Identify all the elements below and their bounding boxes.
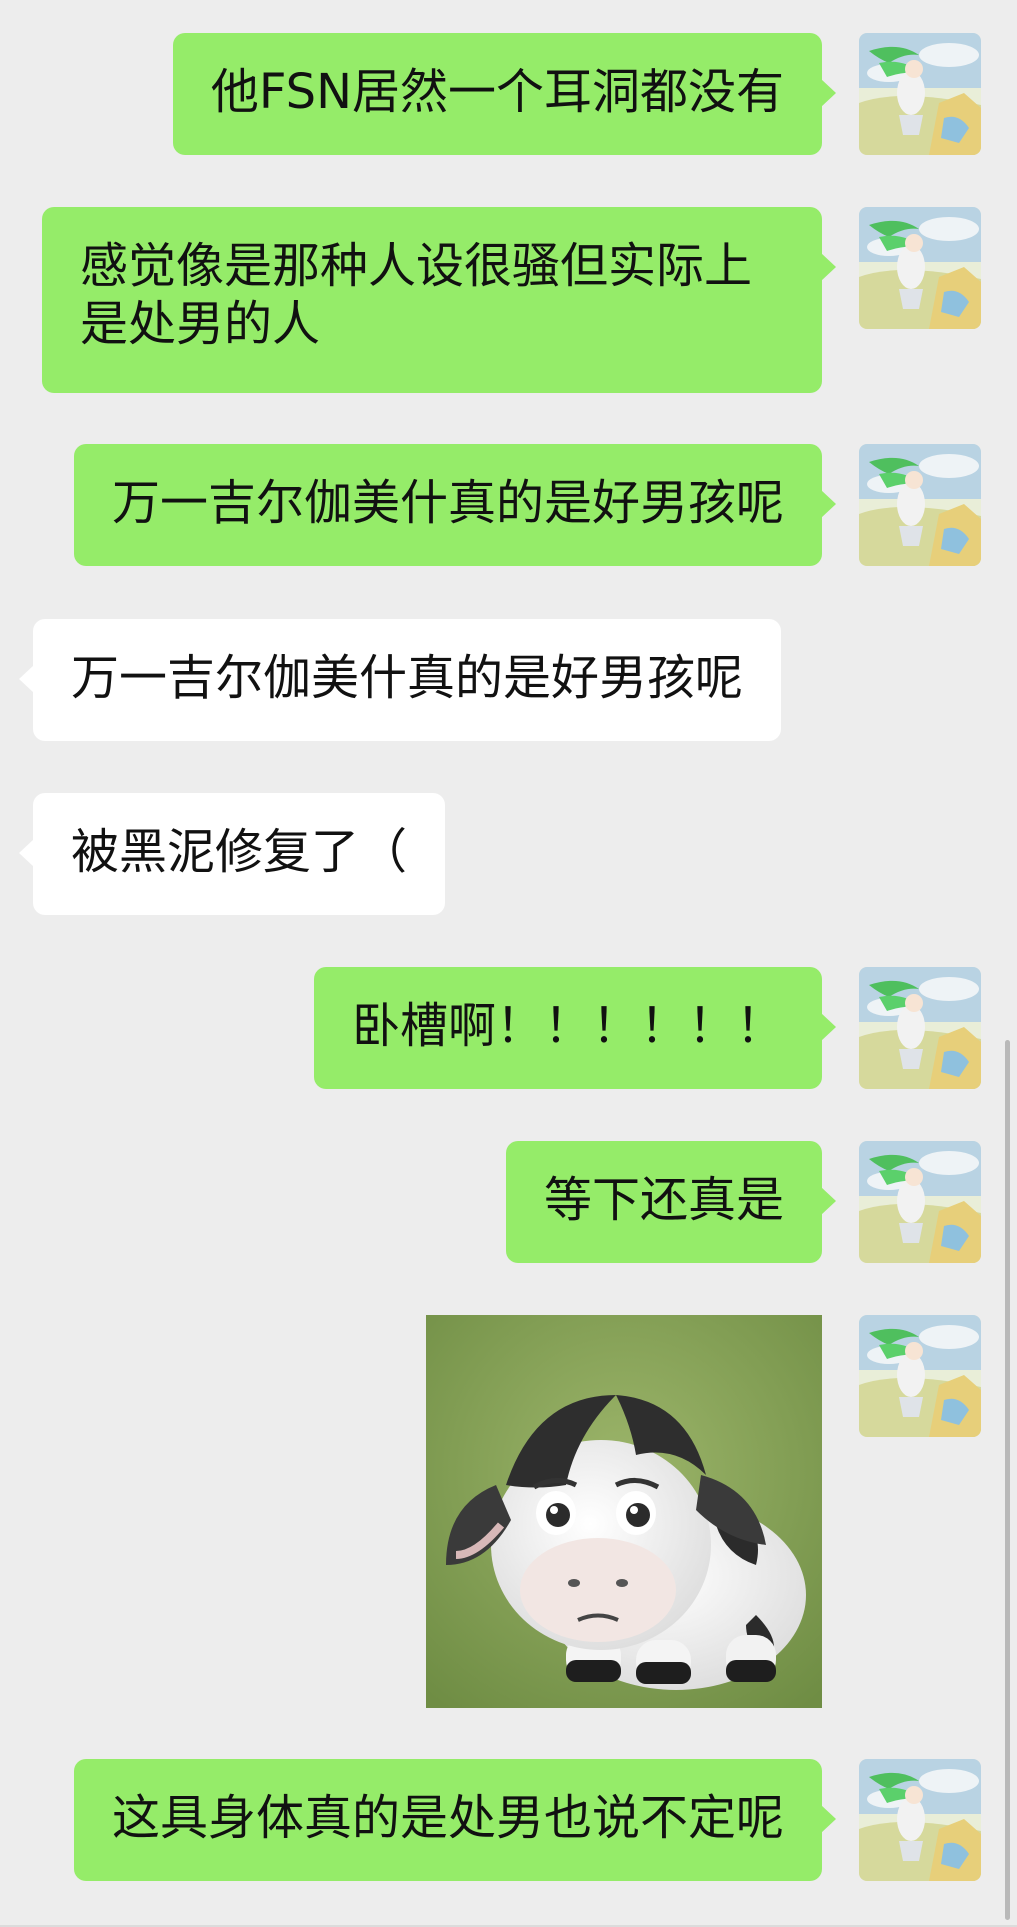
message-row-sent: 等下还真是 xyxy=(0,1141,1017,1265)
sent-message-bubble[interactable]: 万一吉尔伽美什真的是好男孩呢 xyxy=(73,444,837,566)
message-row-received: 被黑泥修复了（ xyxy=(0,793,1017,917)
sticker-image[interactable] xyxy=(426,1315,822,1708)
received-message-bubble[interactable]: 被黑泥修复了（ xyxy=(18,793,446,915)
avatar[interactable] xyxy=(859,1759,981,1881)
avatar[interactable] xyxy=(859,444,981,566)
sent-message-bubble[interactable]: 等下还真是 xyxy=(505,1141,837,1263)
message-row-sent: 他FSN居然一个耳洞都没有 xyxy=(0,33,1017,157)
avatar-icon xyxy=(859,33,981,155)
message-text: 他FSN居然一个耳洞都没有 xyxy=(210,64,784,120)
avatar-icon xyxy=(859,1141,981,1263)
scrollbar[interactable] xyxy=(1005,1040,1010,1920)
avatar[interactable] xyxy=(859,207,981,329)
message-row-sent: 感觉像是那种人设很骚但实际上是处男的人 xyxy=(0,207,1017,395)
message-text: 等下还真是 xyxy=(543,1172,784,1228)
avatar-icon xyxy=(859,967,981,1089)
avatar[interactable] xyxy=(859,1315,981,1437)
message-text: 卧槽啊！！！！！！ xyxy=(351,998,784,1054)
message-row-sent-sticker xyxy=(0,1315,1017,1710)
avatar-icon xyxy=(859,1759,981,1881)
sent-message-bubble[interactable]: 他FSN居然一个耳洞都没有 xyxy=(172,33,837,155)
message-text: 这具身体真的是处男也说不定呢 xyxy=(111,1790,784,1846)
avatar-icon xyxy=(859,1315,981,1437)
cow-sticker-icon xyxy=(426,1315,822,1708)
message-text: 万一吉尔伽美什真的是好男孩呢 xyxy=(71,650,744,706)
message-text: 感觉像是那种人设很骚但实际上是处男的人 xyxy=(80,238,753,352)
sent-message-bubble[interactable]: 感觉像是那种人设很骚但实际上是处男的人 xyxy=(42,207,836,393)
avatar[interactable] xyxy=(859,1141,981,1263)
avatar[interactable] xyxy=(859,967,981,1089)
message-text: 万一吉尔伽美什真的是好男孩呢 xyxy=(111,475,784,531)
message-row-sent: 万一吉尔伽美什真的是好男孩呢 xyxy=(0,444,1017,568)
message-text: 被黑泥修复了（ xyxy=(71,824,408,880)
avatar[interactable] xyxy=(859,33,981,155)
avatar-icon xyxy=(859,444,981,566)
avatar-icon xyxy=(859,207,981,329)
sent-message-bubble[interactable]: 这具身体真的是处男也说不定呢 xyxy=(73,1759,837,1881)
sent-message-bubble[interactable]: 卧槽啊！！！！！！ xyxy=(313,967,837,1089)
message-row-sent: 这具身体真的是处男也说不定呢 xyxy=(0,1759,1017,1883)
received-message-bubble[interactable]: 万一吉尔伽美什真的是好男孩呢 xyxy=(18,619,782,741)
message-row-received: 万一吉尔伽美什真的是好男孩呢 xyxy=(0,619,1017,743)
message-row-sent: 卧槽啊！！！！！！ xyxy=(0,967,1017,1091)
